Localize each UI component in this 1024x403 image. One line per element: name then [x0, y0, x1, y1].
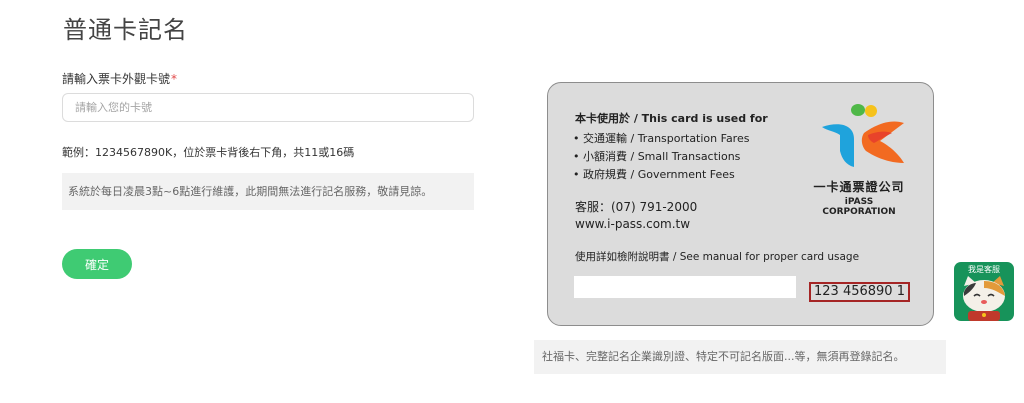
card-number-example: 範例：1234567890K，位於票卡背後右下角，共11或16碼	[62, 146, 355, 159]
page: 普通卡記名 請輸入票卡外觀卡號* 範例：1234567890K，位於票卡背後右下…	[0, 0, 1024, 403]
card-number-label: 請輸入票卡外觀卡號*	[62, 70, 177, 87]
bullet-icon: •	[573, 168, 580, 181]
card-number-highlight: 123 456890 1	[809, 282, 910, 302]
card-number-input[interactable]	[62, 93, 474, 122]
maintenance-notice: 系統於每日凌晨3點~6點進行維護，此期間無法進行記名服務，敬請見諒。	[62, 173, 474, 210]
ipass-logo-cn: 一卡通票證公司	[813, 180, 905, 194]
ipass-logo-icon	[822, 104, 904, 167]
card-website: www.i-pass.com.tw	[575, 217, 691, 231]
card-number-label-text: 請輸入票卡外觀卡號	[62, 72, 171, 86]
card-exemption-note: 社福卡、完整記名企業識別證、特定不可記名版面...等，無須再登錄記名。	[534, 340, 946, 374]
card-signature-strip	[574, 276, 796, 298]
card-use-item: • 交通運輸 / Transportation Fares	[573, 130, 749, 148]
page-title: 普通卡記名	[63, 16, 188, 44]
ipass-logo-en: iPASS CORPORATION	[822, 197, 896, 217]
required-mark: *	[171, 72, 178, 86]
ipass-card-sample: 本卡使用於 / This card is used for • 交通運輸 / Tr…	[547, 82, 934, 326]
bullet-icon: •	[573, 150, 580, 163]
card-use-text: 小額消費 / Small Transactions	[583, 150, 741, 163]
card-use-text: 政府規費 / Government Fees	[583, 168, 735, 181]
card-used-title: 本卡使用於 / This card is used for	[575, 112, 768, 125]
card-use-item: • 小額消費 / Small Transactions	[573, 148, 749, 166]
confirm-button[interactable]: 確定	[62, 249, 132, 279]
card-service-phone: 客服：(07) 791-2000	[575, 200, 698, 214]
bullet-icon: •	[573, 132, 580, 145]
card-manual-note: 使用詳如檢附說明書 / See manual for proper card u…	[575, 251, 860, 263]
cat-mascot-icon	[963, 276, 1005, 321]
card-use-list: • 交通運輸 / Transportation Fares • 小額消費 / Sma…	[573, 130, 749, 184]
card-use-text: 交通運輸 / Transportation Fares	[583, 132, 750, 145]
card-use-item: • 政府規費 / Government Fees	[573, 166, 749, 184]
customer-service-widget[interactable]: 我是客服	[954, 262, 1014, 321]
